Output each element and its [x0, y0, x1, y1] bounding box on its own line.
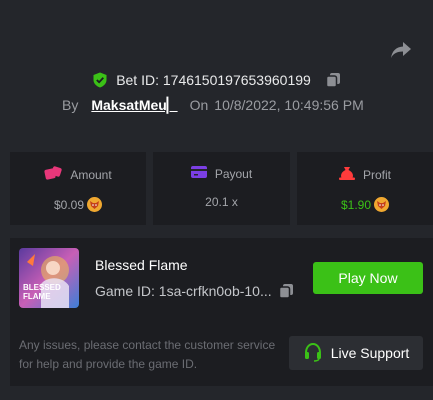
- stat-profit-label: Profit: [362, 167, 391, 182]
- bet-id-row: Bet ID: 1746150197653960199: [0, 68, 433, 92]
- stat-amount: Amount $0.09: [10, 152, 146, 225]
- game-id-row: Game ID: 1sa-crfkn0ob-10...: [95, 283, 294, 299]
- thumb-logo-text: BLESSED: [23, 283, 61, 292]
- card-icon: [190, 166, 207, 181]
- stat-profit-value: $1.90: [340, 197, 372, 212]
- stat-amount-label: Amount: [70, 167, 112, 182]
- coin-icon: [374, 197, 390, 212]
- share-icon[interactable]: [389, 39, 413, 61]
- support-note: Any issues, please contact the customer …: [19, 338, 276, 371]
- game-card: BLESSED FLAME Blessed Flame Game ID: 1sa…: [10, 238, 433, 386]
- coin-icon: [87, 197, 103, 212]
- on-label: On: [189, 97, 209, 113]
- copy-game-id-icon[interactable]: [278, 283, 294, 299]
- by-label: By: [62, 97, 79, 113]
- stat-payout-label: Payout: [214, 166, 253, 181]
- game-title: Blessed Flame: [95, 257, 188, 273]
- copy-bet-id-icon[interactable]: [325, 72, 341, 88]
- live-support-button[interactable]: Live Support: [289, 336, 423, 370]
- game-id-text: Game ID: 1sa-crfkn0ob-10...: [95, 283, 272, 299]
- dice-icon: [44, 166, 62, 183]
- money-bag-icon: [338, 166, 355, 183]
- bet-date: 10/8/2022, 10:49:56 PM: [214, 97, 364, 113]
- play-now-button[interactable]: Play Now: [313, 262, 423, 294]
- stat-amount-value: $0.09: [53, 197, 85, 212]
- game-thumbnail[interactable]: BLESSED FLAME: [19, 248, 79, 308]
- live-support-label: Live Support: [330, 345, 410, 361]
- svg-text:FLAME: FLAME: [23, 292, 51, 301]
- stat-profit: Profit $1.90: [297, 152, 433, 225]
- bet-id-text: Bet ID: 1746150197653960199: [116, 72, 311, 88]
- username-link[interactable]: MaksatMeu▏: [91, 97, 177, 114]
- verified-shield-icon: [92, 72, 108, 88]
- headset-icon: [303, 342, 323, 365]
- bet-meta-row: By MaksatMeu▏ On 10/8/2022, 10:49:56 PM: [62, 94, 364, 116]
- stat-payout-value: 20.1 x: [205, 195, 238, 209]
- stat-payout: Payout 20.1 x: [153, 152, 290, 225]
